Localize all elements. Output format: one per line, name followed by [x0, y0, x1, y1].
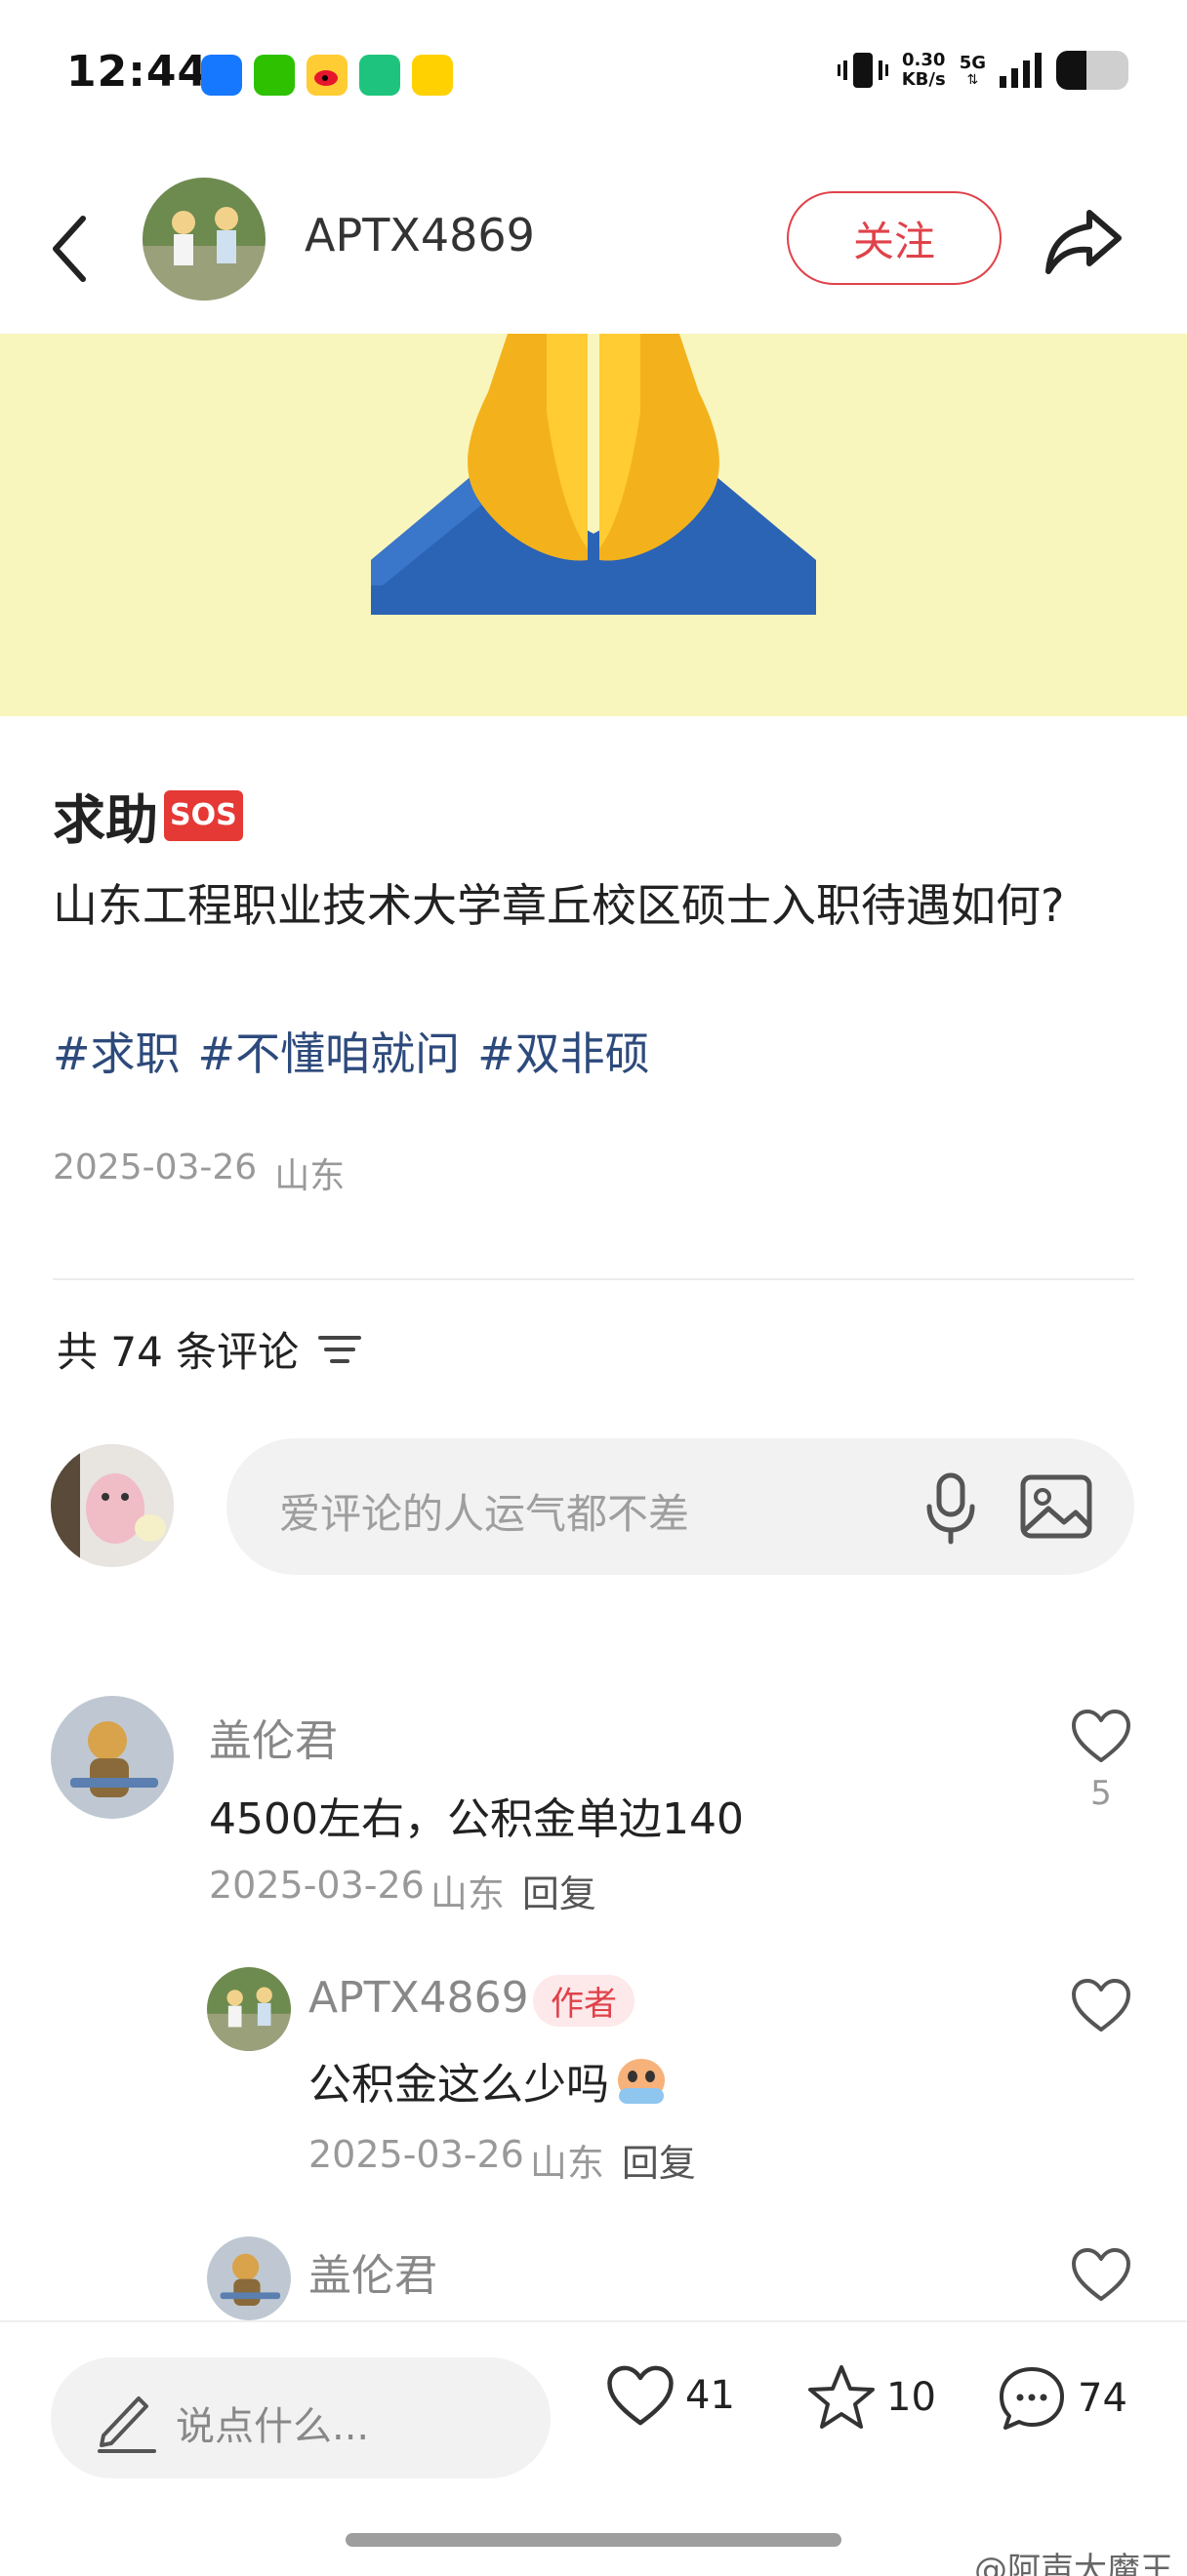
comment-like-button[interactable]: 5	[1062, 1708, 1140, 1813]
battery-icon	[1056, 51, 1128, 90]
say-something-placeholder: 说点什么...	[176, 2404, 370, 2449]
app-icon-green	[359, 55, 400, 96]
watermark: @阿声大魔王	[974, 2551, 1173, 2576]
comment-count: 74	[1078, 2376, 1127, 2421]
heart-icon	[1072, 1979, 1130, 2032]
status-bar: 12:44 0.30 KB/s 5G ⇅	[0, 0, 1187, 146]
say-something-input[interactable]: 说点什么...	[51, 2357, 551, 2478]
post-tags: #求职 #不懂咱就问 #双非硕	[53, 1019, 650, 1083]
back-button[interactable]	[45, 205, 94, 293]
net-speed-value: 0.30	[901, 50, 946, 70]
sort-icon[interactable]	[318, 1332, 362, 1367]
sos-badge: SOS	[164, 789, 243, 841]
comment-location: 山东	[430, 1872, 505, 1915]
post-date: 2025-03-26	[53, 1147, 258, 1187]
reply-button[interactable]: 回复	[522, 1864, 596, 1917]
vibrate-icon	[837, 53, 888, 88]
comments-count-label: 共 74 条评论	[57, 1328, 300, 1376]
image-icon[interactable]	[1015, 1466, 1097, 1548]
tag-link[interactable]: #求职	[53, 1019, 181, 1083]
comment-meta: 2025-03-26 山东 回复	[209, 1864, 596, 1917]
post-header: APTX4869 关注	[0, 176, 1187, 332]
heart-icon	[1072, 2248, 1130, 2301]
my-avatar[interactable]	[51, 1444, 174, 1567]
share-icon	[1045, 210, 1122, 274]
author-name[interactable]: APTX4869	[305, 209, 535, 262]
comment-date: 2025-03-26	[209, 1864, 425, 1907]
tag-link[interactable]: #双非硕	[477, 1019, 650, 1083]
follow-button[interactable]: 关注	[787, 191, 1002, 285]
reply-text: 公积金这么少吗	[308, 2049, 670, 2112]
comment-username[interactable]: 盖伦君	[209, 1706, 338, 1768]
net-speed: 0.30 KB/s	[902, 51, 946, 90]
comment-input-placeholder: 爱评论的人运气都不差	[279, 1490, 690, 1538]
post-title: 求助 SOS	[53, 777, 243, 854]
mic-icon[interactable]	[910, 1466, 992, 1548]
app-icon-wechat	[254, 55, 295, 96]
comment-bubble-icon	[1000, 2367, 1064, 2430]
signal-icon	[1000, 53, 1042, 88]
crying-emoji-icon	[618, 2059, 665, 2104]
network-indicator: 5G ⇅	[959, 53, 986, 88]
app-icon-meituan	[412, 55, 453, 96]
pen-icon	[98, 2396, 156, 2453]
reply-meta: 2025-03-26 山东 回复	[308, 2133, 696, 2187]
star-icon	[808, 2365, 875, 2429]
comment-input[interactable]: 爱评论的人运气都不差	[226, 1438, 1134, 1575]
post-meta: 2025-03-26 山东	[53, 1147, 345, 1198]
reply-like-button[interactable]	[1062, 2246, 1140, 2307]
author-badge: 作者	[533, 1975, 634, 2027]
reply-username[interactable]: APTX4869	[308, 1973, 529, 2023]
net-speed-unit: KB/s	[901, 69, 946, 90]
tag-link[interactable]: #不懂咱就问	[198, 1019, 461, 1083]
comment-button[interactable]: 74	[996, 2363, 1127, 2434]
favorite-button[interactable]: 10	[806, 2363, 936, 2432]
post-title-text: 求助	[53, 789, 158, 851]
post-body: 山东工程职业技术大学章丘校区硕士入职待遇如何?	[53, 879, 1065, 932]
home-indicator[interactable]	[346, 2533, 841, 2547]
app-icon-alipay	[201, 55, 242, 96]
comments-count: 共 74 条评论	[57, 1319, 362, 1379]
reply-text-content: 公积金这么少吗	[308, 2060, 609, 2110]
share-button[interactable]	[1043, 199, 1125, 281]
app-icon-weibo	[307, 55, 348, 96]
heart-icon	[1072, 1710, 1130, 1762]
like-button[interactable]: 41	[605, 2363, 735, 2428]
network-type: 5G	[959, 53, 986, 73]
post-location: 山东	[274, 1156, 346, 1196]
like-count: 41	[685, 2373, 735, 2418]
divider	[53, 1278, 1134, 1280]
comment-text: 4500左右，公积金单边140	[209, 1794, 744, 1844]
favorite-count: 10	[886, 2375, 936, 2420]
status-right: 0.30 KB/s 5G ⇅	[837, 49, 1128, 92]
bottom-action-bar: 说点什么... 41 10 74 @阿声大魔王	[0, 2320, 1187, 2576]
reply-avatar[interactable]	[207, 2236, 291, 2320]
reply-location: 山东	[529, 2142, 604, 2185]
author-avatar[interactable]	[143, 178, 266, 301]
status-time: 12:44	[66, 47, 209, 97]
reply-date: 2025-03-26	[308, 2133, 524, 2176]
heart-icon	[607, 2365, 674, 2426]
chevron-left-icon	[53, 216, 86, 282]
post-image[interactable]	[0, 334, 1187, 716]
reply-button[interactable]: 回复	[622, 2133, 696, 2187]
commenter-avatar[interactable]	[51, 1696, 174, 1819]
folded-hands-icon	[371, 334, 816, 615]
reply-like-button[interactable]	[1062, 1977, 1140, 2037]
reply-avatar[interactable]	[207, 1967, 291, 2051]
comment-like-count: 5	[1090, 1774, 1112, 1813]
reply-username[interactable]: 盖伦君	[308, 2240, 437, 2303]
